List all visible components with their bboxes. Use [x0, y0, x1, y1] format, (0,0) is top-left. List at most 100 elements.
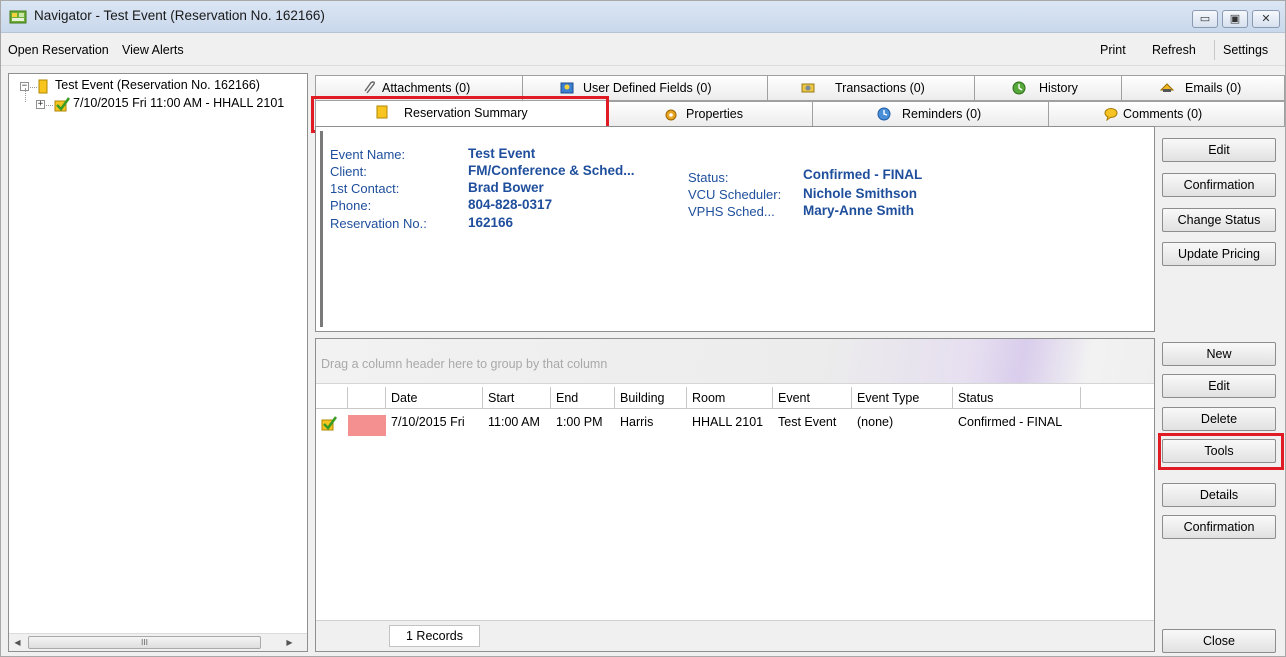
status-value: Confirmed - FINAL — [803, 167, 923, 182]
close-window-button[interactable]: ✕ — [1252, 10, 1280, 28]
record-count: 1 Records — [389, 625, 480, 647]
vcu-scheduler-value: Nichole Smithson — [803, 186, 918, 201]
maximize-button[interactable]: ▣ — [1222, 10, 1248, 28]
grid-footer: 1 Records — [316, 620, 1154, 651]
email-icon — [1160, 83, 1174, 92]
menu-print[interactable]: Print — [1100, 43, 1126, 57]
reservation-no-label: Reservation No.: — [330, 216, 427, 231]
transactions-icon — [801, 83, 815, 93]
menu-bar: Open Reservation View Alerts Print Refre… — [1, 34, 1285, 66]
menu-refresh[interactable]: Refresh — [1152, 43, 1196, 57]
tree-connector — [25, 88, 26, 102]
vcu-scheduler-label: VCU Scheduler: — [688, 187, 782, 202]
menu-separator — [1214, 40, 1215, 60]
tab-properties[interactable]: Properties — [608, 101, 813, 127]
table-row[interactable]: 7/10/2015 Fri 11:00 AM 1:00 PM Harris HH… — [316, 411, 1154, 436]
cell-end: 1:00 PM — [556, 415, 603, 429]
tree-horizontal-scrollbar[interactable]: ◀ III ▶ — [9, 633, 307, 651]
paperclip-icon — [364, 81, 376, 94]
bookings-grid: Drag a column header here to group by th… — [315, 338, 1155, 652]
confirmed-check-icon — [321, 416, 337, 431]
edit-reservation-button[interactable]: Edit — [1162, 138, 1276, 162]
menu-settings[interactable]: Settings — [1223, 43, 1268, 57]
vphs-scheduler-label: VPHS Sched... — [688, 204, 775, 219]
tab-label: Emails (0) — [1185, 81, 1242, 95]
contact-value: Brad Bower — [468, 180, 544, 195]
column-header-date[interactable]: Date — [386, 387, 483, 409]
confirmed-check-icon — [54, 97, 70, 112]
column-header-building[interactable]: Building — [615, 387, 687, 409]
column-header-event[interactable]: Event — [773, 387, 852, 409]
edit-booking-button[interactable]: Edit — [1162, 374, 1276, 398]
tree-connector — [30, 87, 37, 88]
client-label: Client: — [330, 164, 367, 179]
close-button[interactable]: Close — [1162, 629, 1276, 653]
navigator-window: Navigator - Test Event (Reservation No. … — [0, 0, 1286, 657]
title-bar[interactable]: Navigator - Test Event (Reservation No. … — [1, 1, 1285, 33]
tree-expand-icon[interactable]: + — [36, 100, 45, 109]
column-header-start[interactable]: Start — [483, 387, 551, 409]
maximize-icon: ▣ — [1229, 12, 1241, 25]
user-fields-icon — [560, 82, 574, 94]
group-by-bar[interactable]: Drag a column header here to group by th… — [316, 339, 1154, 384]
change-status-button[interactable]: Change Status — [1162, 208, 1276, 232]
reservation-no-value: 162166 — [468, 215, 514, 230]
minimize-icon: ▭ — [1199, 12, 1211, 25]
tab-emails[interactable]: Emails (0) — [1121, 75, 1285, 101]
menu-view-alerts[interactable]: View Alerts — [122, 43, 184, 57]
tree-root-label: Test Event (Reservation No. 162166) — [55, 78, 260, 92]
reservation-icon — [38, 79, 48, 94]
history-icon — [1012, 81, 1026, 95]
event-name-value: Test Event — [468, 146, 536, 161]
cell-room: HHALL 2101 — [692, 415, 764, 429]
column-header-color[interactable] — [348, 387, 386, 409]
close-icon: ✕ — [1261, 12, 1271, 25]
window-title: Navigator - Test Event (Reservation No. … — [34, 8, 325, 23]
update-pricing-button[interactable]: Update Pricing — [1162, 242, 1276, 266]
vphs-scheduler-value: Mary-Anne Smith — [803, 203, 915, 218]
scroll-thumb[interactable]: III — [28, 636, 261, 649]
phone-label: Phone: — [330, 198, 372, 213]
grid-header-row: Date Start End Building Room Event Event… — [316, 387, 1154, 409]
tab-transactions[interactable]: Transactions (0) — [767, 75, 975, 101]
tab-history[interactable]: History — [974, 75, 1122, 101]
status-label: Status: — [688, 170, 729, 185]
tab-label: History — [1039, 81, 1078, 95]
scroll-left-icon[interactable]: ◀ — [9, 634, 26, 651]
cell-event: Test Event — [778, 415, 837, 429]
tab-reminders[interactable]: Reminders (0) — [812, 101, 1049, 127]
reminder-icon — [877, 107, 891, 121]
client-value: FM/Conference & Sched... — [468, 163, 635, 178]
cell-date: 7/10/2015 Fri — [391, 415, 465, 429]
app-icon — [9, 10, 27, 24]
minimize-button[interactable]: ▭ — [1192, 10, 1218, 28]
event-name-label: Event Name: — [330, 147, 406, 162]
highlight-tools — [1158, 433, 1284, 470]
cell-event-type: (none) — [857, 415, 894, 429]
column-header-icon[interactable] — [316, 387, 348, 409]
gear-icon — [665, 109, 677, 121]
scroll-right-icon[interactable]: ▶ — [281, 634, 298, 651]
comment-icon — [1104, 108, 1118, 121]
menu-open-reservation[interactable]: Open Reservation — [8, 43, 109, 57]
reservation-summary-panel: Event Name: Test Event Client: FM/Confer… — [315, 126, 1155, 332]
tab-label: Transactions (0) — [835, 81, 925, 95]
confirmation-reservation-button[interactable]: Confirmation — [1162, 173, 1276, 197]
new-booking-button[interactable]: New — [1162, 342, 1276, 366]
reservation-tree: − Test Event (Reservation No. 162166) + … — [8, 73, 308, 652]
column-header-status[interactable]: Status — [953, 387, 1081, 409]
details-button[interactable]: Details — [1162, 483, 1276, 507]
column-header-room[interactable]: Room — [687, 387, 773, 409]
cell-building: Harris — [620, 415, 654, 429]
delete-booking-button[interactable]: Delete — [1162, 407, 1276, 431]
column-header-event-type[interactable]: Event Type — [852, 387, 953, 409]
status-color-swatch — [348, 415, 386, 436]
tab-label: Comments (0) — [1123, 107, 1203, 121]
tab-comments[interactable]: Comments (0) — [1048, 101, 1285, 127]
tree-connector — [46, 105, 53, 106]
confirmation-booking-button[interactable]: Confirmation — [1162, 515, 1276, 539]
group-by-hint: Drag a column header here to group by th… — [321, 357, 608, 371]
contact-label: 1st Contact: — [330, 181, 400, 196]
tree-child-label: 7/10/2015 Fri 11:00 AM - HHALL 2101 — [73, 96, 285, 110]
column-header-end[interactable]: End — [551, 387, 615, 409]
